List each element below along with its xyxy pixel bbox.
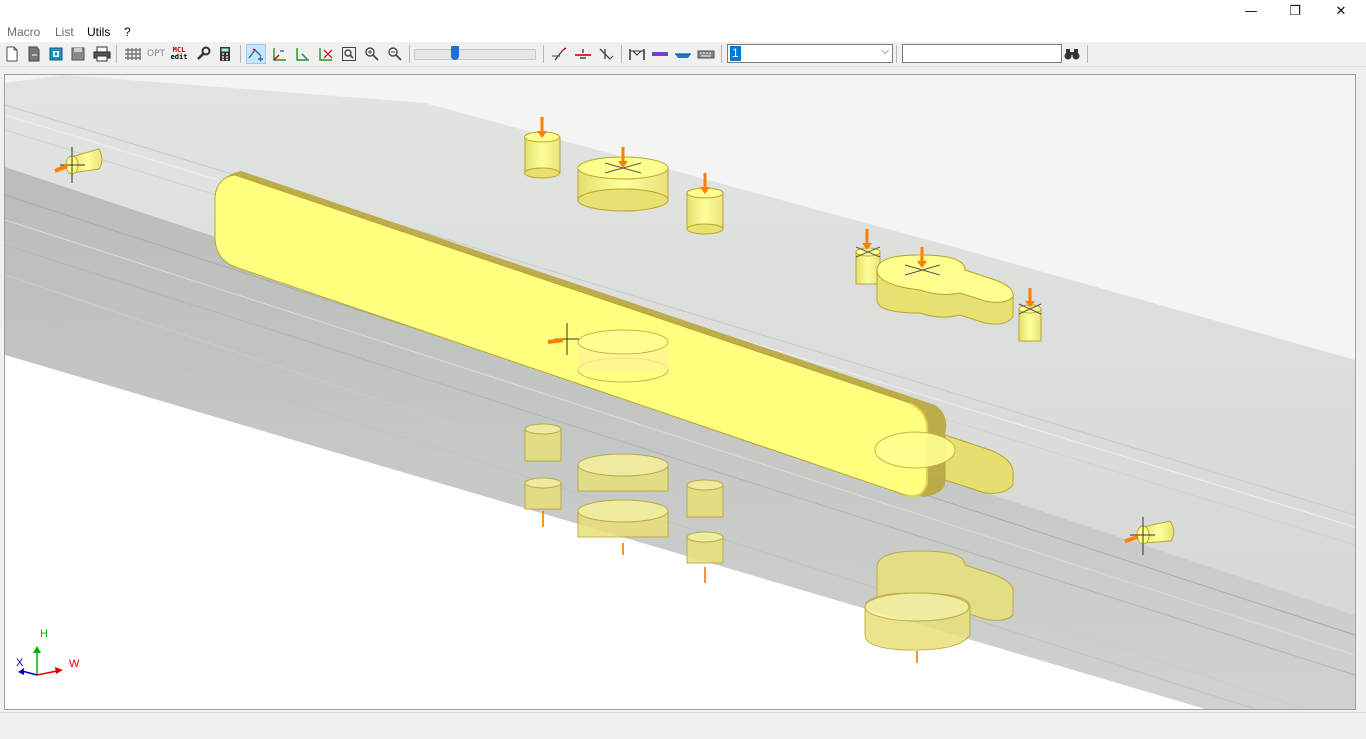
zoom-out-button[interactable] xyxy=(385,44,405,64)
zoom-out-icon xyxy=(388,47,402,61)
toolbar-separator xyxy=(409,45,410,63)
drill-icon xyxy=(552,47,567,61)
grid-button[interactable] xyxy=(123,44,143,64)
opt-button[interactable]: OPT xyxy=(145,44,167,64)
toolbar-separator xyxy=(721,45,722,63)
chevron-down-icon[interactable]: ⌵ xyxy=(881,46,889,57)
3d-viewport[interactable]: H X W xyxy=(4,74,1356,710)
view-3d-icon xyxy=(248,48,263,62)
vertical-scrollbar[interactable] xyxy=(1356,74,1366,710)
binoculars-icon xyxy=(1064,49,1080,60)
printer-icon xyxy=(93,46,111,62)
toolbar-separator xyxy=(543,45,544,63)
view-front-button[interactable] xyxy=(270,44,290,64)
calculator-icon xyxy=(220,47,230,61)
zoom-slider-thumb[interactable] xyxy=(451,46,459,60)
status-bar xyxy=(0,712,1366,739)
panel-icon xyxy=(652,52,668,56)
toolbar-separator xyxy=(896,45,897,63)
calculator-button[interactable] xyxy=(215,44,235,64)
zoom-in-button[interactable] xyxy=(362,44,382,64)
wrench-icon xyxy=(197,46,211,60)
mcl-edit-button[interactable]: MCL edit xyxy=(169,44,189,64)
grid-icon xyxy=(125,48,141,60)
save-icon xyxy=(71,47,85,61)
3d-scene[interactable]: H X W xyxy=(5,75,1355,709)
axis-top-icon xyxy=(319,48,333,61)
axis-front-icon xyxy=(273,48,286,61)
zoom-window-button[interactable] xyxy=(339,44,359,64)
menu-macro[interactable]: Macro xyxy=(7,25,40,39)
open-file-icon xyxy=(28,46,40,62)
new-file-icon xyxy=(6,46,18,62)
layer-select[interactable]: 1 ⌵ xyxy=(727,44,893,63)
restore-icon: ❐ xyxy=(1289,3,1301,19)
restore-button[interactable]: ❐ xyxy=(1272,0,1318,22)
edit-label: edit xyxy=(170,53,188,61)
view-top-button[interactable] xyxy=(316,44,336,64)
zoom-slider[interactable] xyxy=(414,46,536,60)
minimize-icon: — xyxy=(1244,3,1258,19)
toolbar-separator xyxy=(240,45,241,63)
axis-side-icon xyxy=(296,48,309,61)
export-button[interactable] xyxy=(46,44,66,64)
zoom-in-icon xyxy=(365,47,379,61)
surface-icon xyxy=(675,53,691,58)
close-icon: ✕ xyxy=(1335,3,1347,19)
zoom-window-icon xyxy=(342,47,356,61)
cut-icon xyxy=(575,49,591,59)
zoom-slider-track xyxy=(414,49,536,60)
minimize-button[interactable]: — xyxy=(1228,0,1274,22)
menu-bar: Macro List Utils ? xyxy=(0,22,1366,42)
toolbar: OPT MCL edit xyxy=(0,42,1366,67)
keyboard-icon xyxy=(697,50,715,59)
toolbar-separator xyxy=(116,45,117,63)
search-input[interactable] xyxy=(902,44,1062,63)
keyboard-button[interactable] xyxy=(696,44,716,64)
print-button[interactable] xyxy=(92,44,112,64)
close-button[interactable]: ✕ xyxy=(1318,0,1364,22)
machining-button[interactable] xyxy=(550,44,570,64)
cut-button[interactable] xyxy=(573,44,593,64)
axis-w-label: W xyxy=(69,658,80,670)
open-button[interactable] xyxy=(24,44,44,64)
axis-x-label: X xyxy=(16,657,24,669)
layer-select-value: 1 xyxy=(730,46,741,61)
menu-utils[interactable]: Utils xyxy=(87,25,110,39)
save-button[interactable] xyxy=(68,44,88,64)
panel-button[interactable] xyxy=(650,44,670,64)
route-button[interactable] xyxy=(596,44,616,64)
view-3d-button[interactable] xyxy=(246,44,266,64)
export-icon xyxy=(49,47,63,61)
toolbar-separator xyxy=(1087,45,1088,63)
find-button[interactable] xyxy=(1062,44,1082,64)
route-icon xyxy=(599,48,614,60)
axis-h-label: H xyxy=(40,628,48,640)
menu-help[interactable]: ? xyxy=(124,25,131,39)
tools-button[interactable] xyxy=(193,44,213,64)
surface-button[interactable] xyxy=(673,44,693,64)
new-button[interactable] xyxy=(2,44,22,64)
clamp-button[interactable] xyxy=(627,44,647,64)
menu-list[interactable]: List xyxy=(55,25,74,39)
view-side-button[interactable] xyxy=(293,44,313,64)
title-bar: — ❐ ✕ xyxy=(0,0,1366,22)
clamp-icon xyxy=(629,49,645,60)
toolbar-separator xyxy=(621,45,622,63)
